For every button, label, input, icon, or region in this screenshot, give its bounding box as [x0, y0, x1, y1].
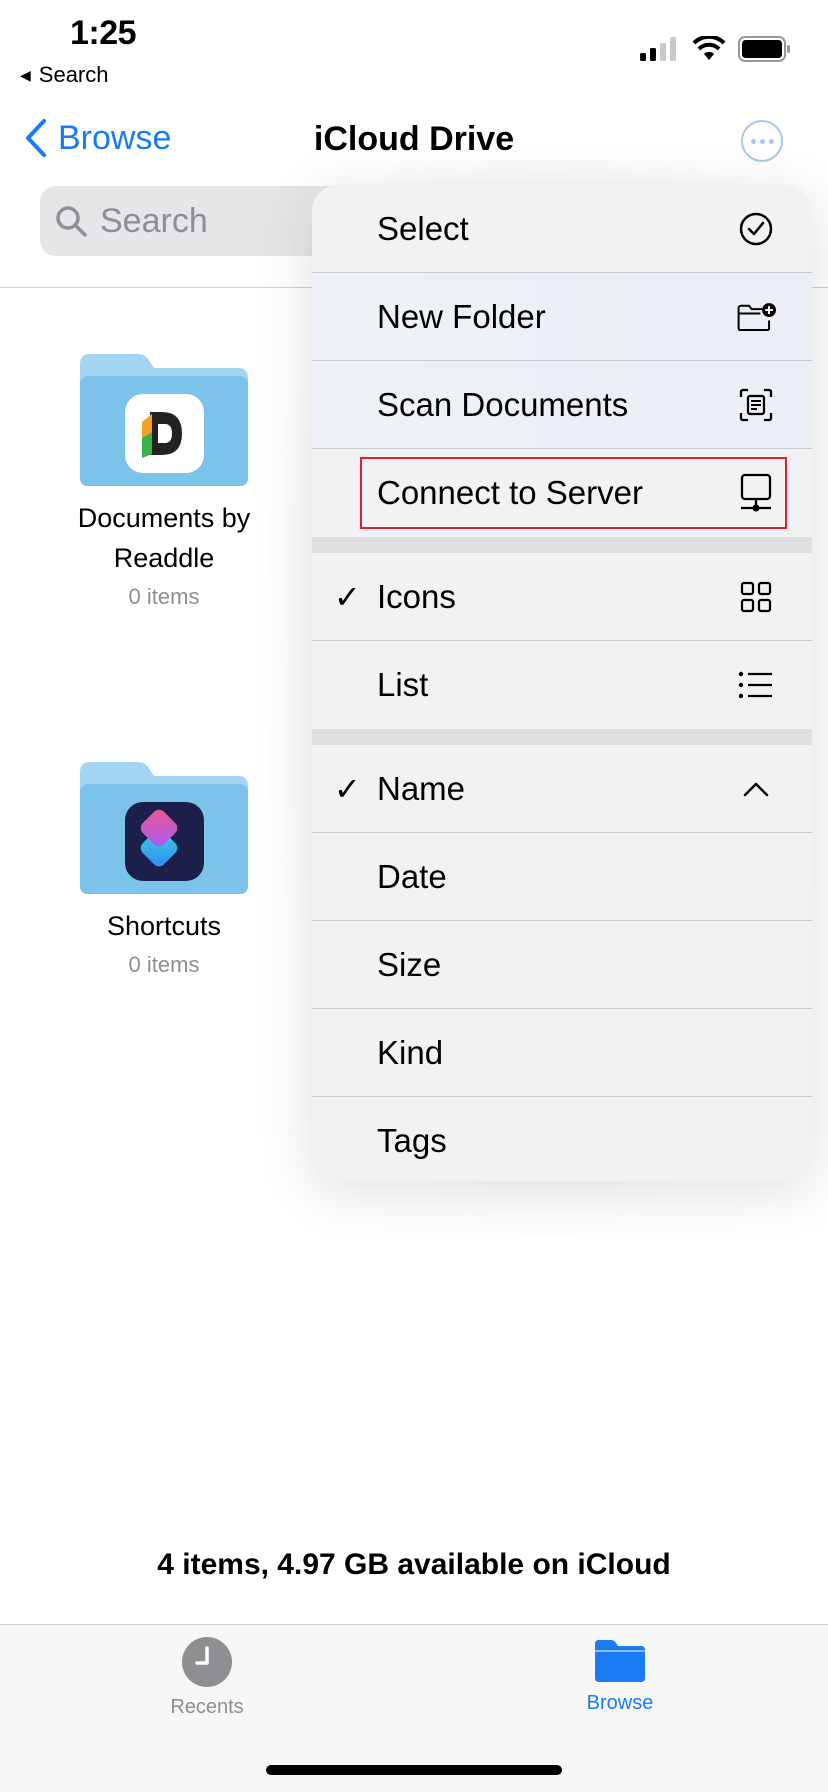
- back-triangle-icon: ◀: [20, 66, 31, 83]
- menu-item-icons[interactable]: ✓ Icons: [312, 553, 812, 641]
- menu-section-gap: [312, 729, 812, 745]
- tab-label: Browse: [586, 1692, 654, 1714]
- status-time: 1:25: [70, 14, 137, 52]
- tab-browse[interactable]: Browse: [530, 1636, 710, 1715]
- home-indicator: [266, 1765, 562, 1775]
- menu-item-sort-tags[interactable]: Tags: [312, 1097, 812, 1181]
- highlight-box: [360, 457, 787, 529]
- dot-icon: [759, 138, 765, 144]
- checkmark-icon: ✓: [334, 771, 361, 807]
- menu-item-select[interactable]: Select: [312, 185, 812, 273]
- menu-item-label: Icons: [377, 578, 456, 615]
- menu-item-list[interactable]: List: [312, 641, 812, 729]
- status-icons: [640, 36, 792, 62]
- dot-icon: [768, 138, 774, 144]
- tab-label: Recents: [170, 1696, 244, 1718]
- menu-item-new-folder[interactable]: New Folder: [312, 273, 812, 361]
- folder-fill-icon: [595, 1640, 645, 1682]
- menu-item-label: Kind: [377, 1034, 444, 1071]
- chevron-up-icon: [736, 769, 776, 809]
- new-folder-icon: [736, 297, 776, 337]
- back-app-label: Search: [38, 62, 109, 87]
- checkmark-icon: ✓: [334, 579, 361, 615]
- menu-item-label: Date: [377, 858, 447, 895]
- dot-icon: [750, 138, 756, 144]
- more-options-button[interactable]: [741, 120, 783, 162]
- menu-item-label: List: [377, 666, 429, 703]
- wifi-icon: [692, 36, 726, 60]
- browse-back-label: Browse: [58, 118, 172, 157]
- menu-item-label: Name: [377, 770, 466, 807]
- battery-icon: [738, 36, 790, 62]
- menu-item-sort-size[interactable]: Size: [312, 921, 812, 1009]
- back-to-app[interactable]: ◀ Search: [20, 62, 109, 88]
- menu-item-label: Scan Documents: [377, 386, 629, 423]
- list-icon: [736, 665, 776, 705]
- search-icon: [56, 206, 87, 237]
- checkmark-circle-icon: [736, 209, 776, 249]
- menu-item-label: Size: [377, 946, 442, 983]
- storage-status: 4 items, 4.97 GB available on iCloud: [157, 1548, 671, 1581]
- menu-item-sort-date[interactable]: Date: [312, 833, 812, 921]
- search-placeholder: Search: [100, 201, 208, 240]
- menu-section-gap: [312, 537, 812, 553]
- menu-item-label: New Folder: [377, 298, 546, 335]
- menu-item-label: Tags: [377, 1122, 447, 1159]
- menu-item-sort-kind[interactable]: Kind: [312, 1009, 812, 1097]
- tab-recents[interactable]: Recents: [117, 1636, 297, 1719]
- scan-document-icon: [736, 385, 776, 425]
- more-options-menu: Select New Folder Scan Documents Connect…: [312, 185, 812, 1181]
- menu-item-label: Select: [377, 210, 469, 247]
- menu-item-sort-name[interactable]: ✓ Name: [312, 745, 812, 833]
- folder-icon: [80, 354, 248, 486]
- chevron-left-icon: [26, 119, 46, 157]
- menu-item-scan-documents[interactable]: Scan Documents: [312, 361, 812, 449]
- browse-back-button[interactable]: Browse: [24, 118, 171, 158]
- clock-icon: [182, 1637, 232, 1687]
- grid-icon: [736, 577, 776, 617]
- signal-icon: [640, 37, 676, 61]
- folder-icon: [80, 762, 248, 894]
